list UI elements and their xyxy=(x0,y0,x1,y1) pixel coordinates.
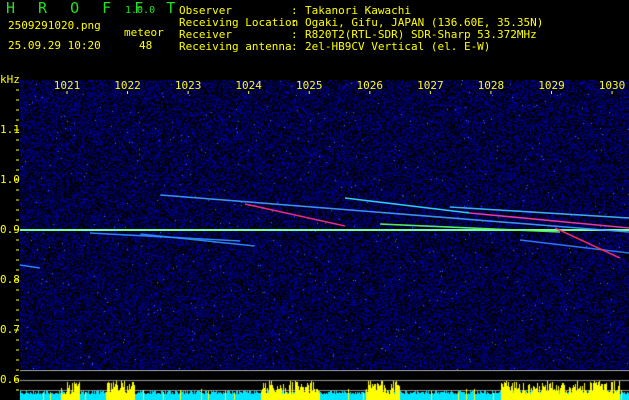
y-axis-label: kHz xyxy=(0,73,20,86)
y-tick-label: 0.8 xyxy=(0,273,20,286)
x-tick-label: 1030 xyxy=(598,79,626,92)
x-tick-label: 1025 xyxy=(295,79,323,92)
x-tick-label: 1023 xyxy=(174,79,202,92)
spectrogram-traces xyxy=(14,89,629,391)
meteor-trace xyxy=(554,227,621,259)
meteor-trace xyxy=(244,203,346,227)
meteor-trace xyxy=(140,233,255,247)
x-tick-label: 1021 xyxy=(53,79,81,92)
x-tick-label: 1026 xyxy=(356,79,384,92)
x-tick-label: 1028 xyxy=(477,79,505,92)
meteor-trace xyxy=(449,206,629,219)
meteor-trace xyxy=(519,239,629,254)
x-tick-label: 1029 xyxy=(538,79,565,92)
y-tick-label: 0.7 xyxy=(0,323,20,336)
x-tick-label: 1024 xyxy=(235,79,262,92)
x-tick-label: 1027 xyxy=(417,79,444,92)
y-tick-label: 0.9 xyxy=(0,223,20,236)
y-tick-label: 1.1 xyxy=(0,123,20,136)
hrofft-window: H R O F F T 1.0.0 2509291020.png 25.09.2… xyxy=(0,0,629,400)
x-tick-label: 1022 xyxy=(114,79,141,92)
meteor-trace xyxy=(19,264,40,269)
y-tick-label: 0.6 xyxy=(0,373,20,386)
y-tick-label: 1.0 xyxy=(0,173,20,186)
